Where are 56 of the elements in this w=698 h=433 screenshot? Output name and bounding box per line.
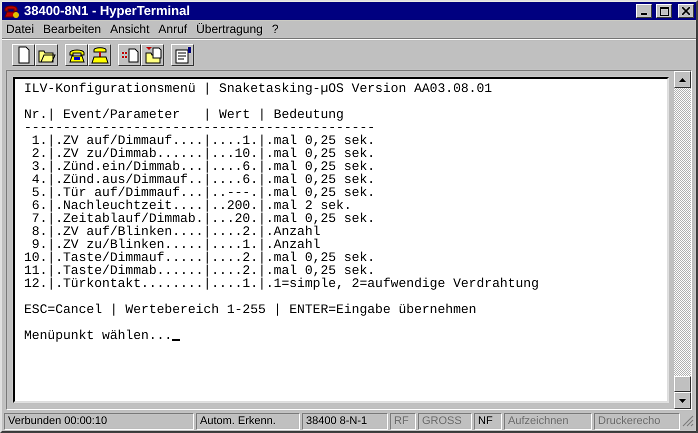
terminal-line: 5.|.Tür auf/Dimmauf...|..---.|.mal 0,25 sek. — [30, 186, 376, 199]
menu-item[interactable]: Bearbeiten — [43, 20, 102, 38]
terminal-line: 11.|.Taste/Dimmab......|....2.|.mal 0,25 sek. — [24, 264, 376, 277]
resize-grip-icon — [682, 415, 694, 427]
status-pane: Druckerecho — [594, 412, 680, 430]
send-file-icon — [120, 46, 138, 64]
toolbar-button[interactable] — [65, 44, 88, 66]
maximize-icon — [660, 6, 668, 16]
terminal-line: 9.|.ZV zu/Blinken.....|....1.|.Anzahl — [32, 238, 320, 251]
telephone-hangup-icon — [90, 46, 108, 64]
status-pane: Autom. Erkenn. — [196, 412, 300, 430]
down-arrow-icon — [679, 398, 686, 402]
vertical-scrollbar[interactable] — [674, 71, 691, 409]
toolbar-button[interactable] — [171, 44, 194, 66]
scroll-up-button[interactable] — [674, 71, 691, 88]
toolbar-button[interactable] — [12, 44, 35, 66]
scroll-down-button[interactable] — [674, 392, 691, 409]
menu-item[interactable]: Ansicht — [110, 20, 150, 38]
terminal-prompt: Menüpunkt wählen... — [24, 329, 172, 342]
properties-icon — [174, 46, 192, 64]
telephone-icon — [4, 3, 20, 19]
menu-item[interactable]: ? — [272, 20, 279, 38]
terminal-line: 3.|.Zünd.ein/Dimmab...|....6.|.mal 0,25 sek. — [30, 160, 376, 173]
status-pane: GROSS — [418, 412, 472, 430]
terminal-line: 8.|.ZV auf/Blinken....|....2.|.Anzahl — [30, 225, 320, 238]
terminal-line: 6.|.Nachleuchtzeit....|..200.|.mal 2 sek. — [30, 199, 352, 212]
status-pane: Verbunden 00:00:10 — [4, 412, 194, 430]
up-arrow-icon — [679, 78, 686, 82]
status-pane: Aufzeichnen — [504, 412, 592, 430]
menu-item[interactable]: Datei — [6, 20, 34, 38]
close-icon — [682, 7, 690, 15]
receive-file-icon — [144, 46, 162, 64]
toolbar-button[interactable] — [141, 44, 164, 66]
terminal-line: 2.|.ZV zu/Dimmab......|...10.|.mal 0,25 sek. — [30, 147, 376, 160]
terminal-line: 12.|.Türkontakt........|....1.|.1=simple, 2=aufwendige Verdrahtung — [24, 277, 539, 290]
menu-item[interactable]: Übertragung — [196, 20, 263, 38]
close-button[interactable] — [678, 4, 694, 18]
toolbar-button[interactable] — [118, 44, 141, 66]
terminal-line: 4.|.Zünd.aus/Dimmauf..|....6.|.mal 0,25 sek. — [30, 173, 376, 186]
window-title: 38400-8N1 - HyperTerminal — [24, 2, 191, 20]
terminal-line: ESC=Cancel | Wertebereich 1-255 | ENTER=Eingabe übernehmen — [24, 303, 476, 316]
status-pane: RF — [390, 412, 416, 430]
terminal-line: 7.|.Zeitablauf/Dimmab.|...20.|.mal 0,25 sek. — [30, 212, 376, 225]
status-pane: NF — [474, 412, 502, 430]
maximize-button[interactable] — [656, 4, 672, 18]
terminal-line: 1.|.ZV auf/Dimmauf....|....1.|.mal 0,25 sek. — [30, 134, 376, 147]
terminal-line: --------------------------------------------- — [24, 121, 376, 134]
toolbar-button[interactable] — [35, 44, 58, 66]
terminal-line: 10.|.Taste/Dimmauf.....|....2.|.mal 0,25 sek. — [24, 251, 376, 264]
toolbar-button[interactable] — [88, 44, 111, 66]
scroll-thumb[interactable] — [674, 376, 691, 392]
menu-item[interactable]: Anruf — [158, 20, 188, 38]
minimize-button[interactable] — [636, 4, 652, 18]
terminal-line: Nr.| Event/Parameter | Wert | Bedeutung — [24, 108, 344, 121]
status-pane: 38400 8-N-1 — [302, 412, 388, 430]
terminal-line: ILV-Konfigurationsmenü | Snaketasking-µOS Version AA03.08.01 — [24, 82, 492, 95]
